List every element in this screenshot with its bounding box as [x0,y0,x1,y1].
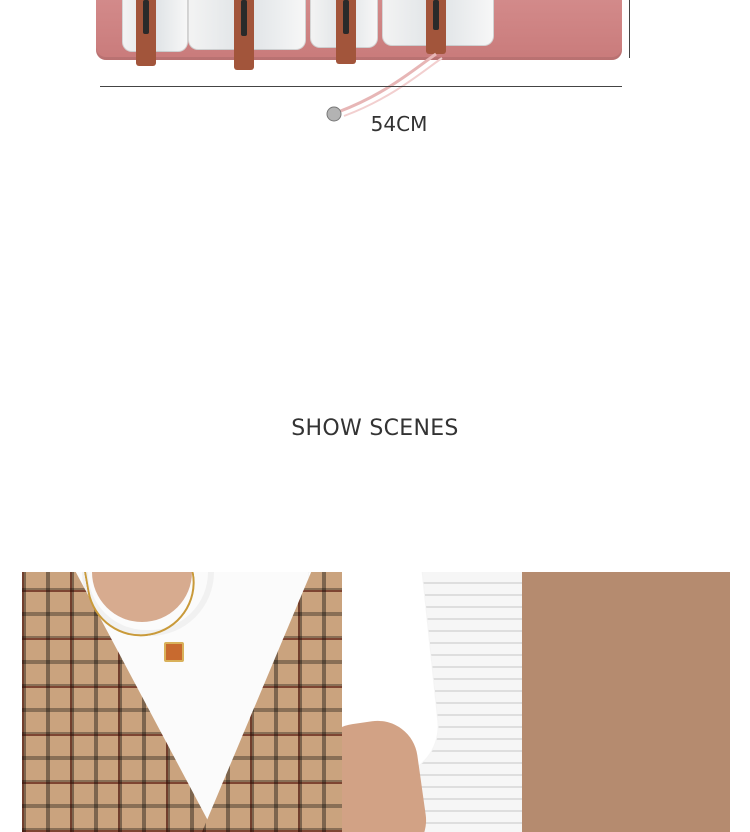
necklace-pendant [164,642,184,662]
dimension-line [100,86,622,87]
wood-door [522,572,730,832]
dimension-tick [629,0,630,58]
zip-pull [433,0,439,30]
zip-pull [241,0,247,36]
zip-pull [343,0,349,34]
product-image: 54CM [0,0,750,150]
section-title: SHOW SCENES [291,416,459,441]
zip-pull [143,0,149,34]
scene-photo [22,572,730,832]
dimension-label: 54CM [370,112,428,136]
